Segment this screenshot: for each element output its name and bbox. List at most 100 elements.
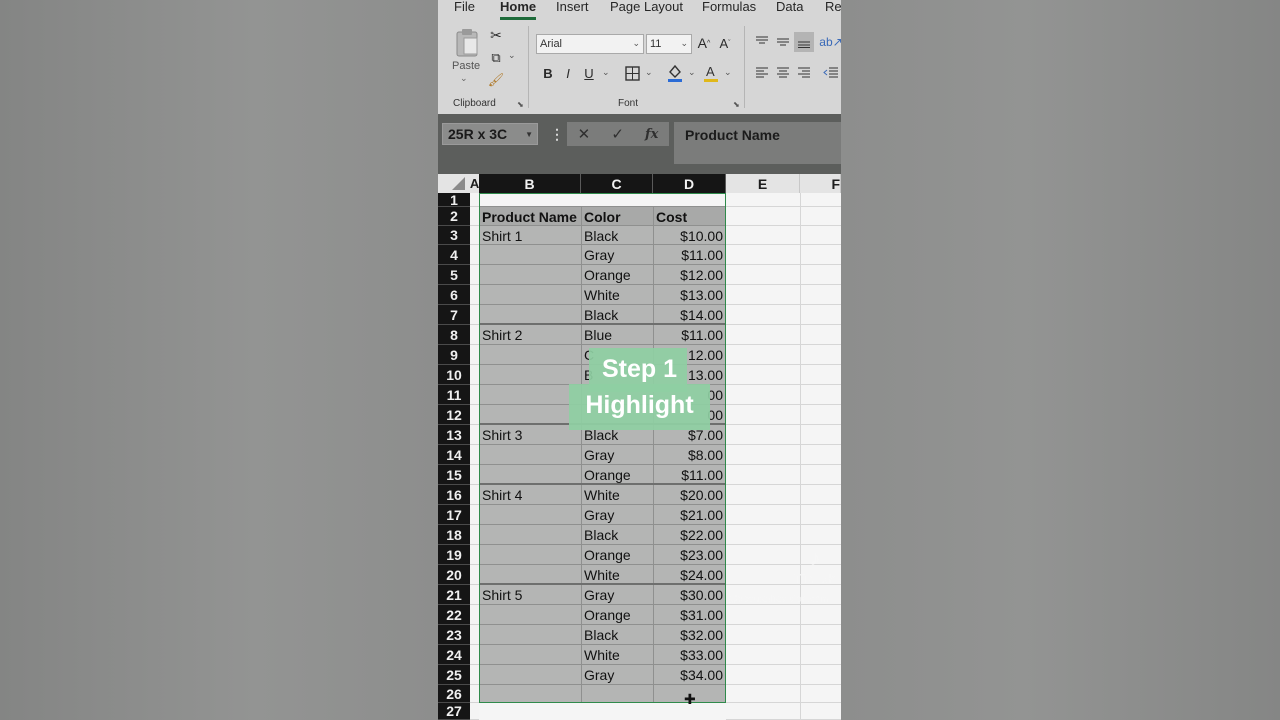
tab-page-layout[interactable]: Page Layout [610, 0, 683, 14]
column-a-cell[interactable] [470, 505, 479, 525]
cost-cell[interactable]: $31.00 [653, 605, 726, 625]
fill-color-chevron-icon[interactable]: ⌄ [688, 67, 696, 78]
product-name-cell[interactable] [479, 645, 581, 665]
cost-cell[interactable]: $11.00 [653, 325, 726, 345]
cost-cell[interactable]: $20.00 [653, 485, 726, 505]
product-name-cell[interactable]: Shirt 2 [479, 325, 581, 345]
align-left-icon[interactable] [754, 66, 770, 80]
cost-cell[interactable]: $12.00 [653, 265, 726, 285]
product-name-cell[interactable] [479, 445, 581, 465]
align-middle-icon[interactable] [775, 34, 791, 48]
cost-cell[interactable]: $22.00 [653, 525, 726, 545]
column-a-cell[interactable] [470, 265, 479, 285]
color-cell[interactable]: Gray [581, 505, 653, 525]
product-name-cell[interactable] [479, 465, 581, 485]
font-color-chevron-icon[interactable]: ⌄ [724, 67, 732, 78]
color-cell[interactable]: Orange [581, 465, 653, 485]
column-a-cell[interactable] [470, 405, 479, 425]
color-cell[interactable] [581, 685, 653, 703]
product-name-cell[interactable] [479, 405, 581, 425]
align-center-icon[interactable] [775, 66, 791, 80]
font-name-select[interactable]: Arial ⌄ [536, 34, 644, 54]
row-header[interactable]: 15 [438, 465, 470, 485]
tab-file[interactable]: File [454, 0, 475, 14]
row-header[interactable]: 26 [438, 685, 470, 703]
column-a-cell[interactable] [470, 325, 479, 345]
column-a-cell[interactable] [470, 625, 479, 645]
row-header[interactable]: 6 [438, 285, 470, 305]
copy-dropdown-chevron-icon[interactable]: ⌄ [508, 50, 516, 61]
increase-font-size-icon[interactable]: A ^ [696, 34, 712, 52]
color-cell[interactable]: White [581, 565, 653, 585]
cost-cell[interactable]: $10.00 [653, 226, 726, 245]
product-name-cell[interactable] [479, 605, 581, 625]
row-header[interactable]: 5 [438, 265, 470, 285]
product-name-cell[interactable] [479, 305, 581, 325]
cost-cell[interactable]: $33.00 [653, 645, 726, 665]
cost-cell[interactable]: $14.00 [653, 305, 726, 325]
worksheet-grid[interactable]: A B C D E F 1 2 3 4 5 6 7 8 9 10 11 12 13 14 15 16 17 18 1… [438, 174, 841, 720]
color-cell[interactable]: Gray [581, 665, 653, 685]
column-a-cell[interactable] [470, 207, 479, 226]
copy-icon[interactable]: ⧉ [487, 50, 505, 66]
product-name-cell[interactable] [479, 285, 581, 305]
product-name-cell[interactable] [479, 565, 581, 585]
row-header[interactable]: 16 [438, 485, 470, 505]
product-name-cell[interactable] [479, 505, 581, 525]
column-a-cell[interactable] [470, 445, 479, 465]
column-a-cell[interactable] [470, 345, 479, 365]
product-name-cell[interactable]: Shirt 4 [479, 485, 581, 505]
name-box[interactable]: 25R x 3C ▼ [442, 123, 538, 145]
row-header[interactable]: 11 [438, 385, 470, 405]
cost-cell[interactable]: $11.00 [653, 465, 726, 485]
column-header-d[interactable]: D [653, 174, 726, 193]
insert-function-icon[interactable]: fx [645, 127, 658, 142]
color-cell[interactable]: Blue [581, 325, 653, 345]
color-cell[interactable]: White [581, 645, 653, 665]
product-name-cell[interactable] [479, 365, 581, 385]
column-header-f[interactable]: F [800, 174, 841, 193]
column-a-cell[interactable] [470, 465, 479, 485]
column-header-e[interactable]: E [726, 174, 800, 193]
enter-check-icon[interactable]: ✓ [611, 125, 624, 143]
product-name-cell[interactable] [479, 345, 581, 365]
color-cell[interactable]: Orange [581, 605, 653, 625]
formula-input[interactable]: Product Name [674, 122, 841, 164]
cost-cell[interactable]: $30.00 [653, 585, 726, 605]
column-a-cell[interactable] [470, 565, 479, 585]
row-header[interactable]: 13 [438, 425, 470, 445]
column-a-cell[interactable] [470, 545, 479, 565]
column-a-cell[interactable] [470, 703, 479, 720]
product-name-cell[interactable] [479, 245, 581, 265]
color-cell[interactable]: Gray [581, 245, 653, 265]
row-header[interactable]: 12 [438, 405, 470, 425]
column-a-cell[interactable] [470, 605, 479, 625]
column-a-cell[interactable] [470, 685, 479, 703]
product-name-cell[interactable] [479, 265, 581, 285]
color-cell[interactable]: Orange [581, 545, 653, 565]
decrease-indent-icon[interactable] [822, 66, 840, 80]
product-name-cell[interactable]: Shirt 1 [479, 226, 581, 245]
font-size-select[interactable]: 11 ⌄ [646, 34, 692, 54]
color-cell[interactable]: Black [581, 525, 653, 545]
color-cell[interactable]: Black [581, 625, 653, 645]
align-top-icon[interactable] [754, 34, 770, 48]
row-header[interactable]: 10 [438, 365, 470, 385]
tab-data[interactable]: Data [776, 0, 803, 14]
underline-icon[interactable]: U [581, 64, 597, 82]
product-name-cell[interactable] [479, 685, 581, 703]
fill-color-icon[interactable] [666, 62, 684, 84]
table-header-cell[interactable]: Cost [653, 207, 726, 226]
row-header[interactable]: 19 [438, 545, 470, 565]
column-a-cell[interactable] [470, 245, 479, 265]
column-a-cell[interactable] [470, 665, 479, 685]
column-a-cell[interactable] [470, 385, 479, 405]
borders-icon[interactable] [623, 64, 641, 82]
row-header[interactable]: 24 [438, 645, 470, 665]
cost-cell[interactable]: $11.00 [653, 245, 726, 265]
cost-cell[interactable]: $24.00 [653, 565, 726, 585]
bold-icon[interactable]: B [540, 64, 556, 82]
column-a-cell[interactable] [470, 365, 479, 385]
row-header[interactable]: 17 [438, 505, 470, 525]
row-header[interactable]: 14 [438, 445, 470, 465]
